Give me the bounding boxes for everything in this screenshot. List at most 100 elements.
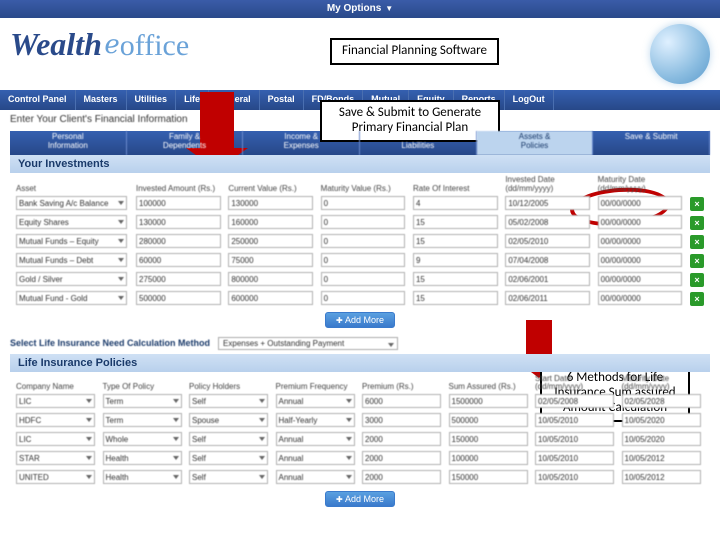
tab-assets-[interactable]: Assets &Policies: [477, 131, 594, 155]
text-input[interactable]: 500000: [136, 291, 221, 305]
select-input[interactable]: Whole: [103, 432, 182, 446]
text-input[interactable]: 3000: [362, 413, 441, 427]
text-input[interactable]: 10/05/2020: [622, 432, 701, 446]
text-input[interactable]: 02/05/2010: [505, 234, 590, 248]
text-input[interactable]: 9: [413, 253, 498, 267]
select-input[interactable]: Annual: [276, 470, 355, 484]
text-input[interactable]: 275000: [136, 272, 221, 286]
text-input[interactable]: 250000: [228, 234, 313, 248]
select-input[interactable]: Term: [103, 413, 182, 427]
text-input[interactable]: 1500000: [449, 394, 528, 408]
select-input[interactable]: Self: [189, 470, 268, 484]
delete-row-button[interactable]: ×: [690, 254, 704, 268]
add-more-life-button[interactable]: Add More: [325, 491, 395, 507]
text-input[interactable]: 10/05/2010: [535, 432, 614, 446]
text-input[interactable]: 0: [321, 291, 406, 305]
text-input[interactable]: 02/06/2001: [505, 272, 590, 286]
delete-row-button[interactable]: ×: [690, 273, 704, 287]
text-input[interactable]: 4: [413, 196, 498, 210]
text-input[interactable]: 05/02/2008: [505, 215, 590, 229]
delete-row-button[interactable]: ×: [690, 235, 704, 249]
delete-row-button[interactable]: ×: [690, 216, 704, 230]
text-input[interactable]: 00/00/0000: [598, 253, 683, 267]
select-input[interactable]: HDFC: [16, 413, 95, 427]
select-input[interactable]: Spouse: [189, 413, 268, 427]
text-input[interactable]: 2000: [362, 470, 441, 484]
text-input[interactable]: 02/05/2008: [535, 394, 614, 408]
tab-save-submit[interactable]: Save & Submit: [593, 131, 710, 155]
tab-goals-[interactable]: Goals &Liabilities: [360, 131, 477, 155]
select-input[interactable]: Term: [103, 394, 182, 408]
asset-select[interactable]: Gold / Silver: [16, 272, 127, 286]
text-input[interactable]: 0: [321, 215, 406, 229]
text-input[interactable]: 75000: [228, 253, 313, 267]
text-input[interactable]: 00/00/0000: [598, 196, 683, 210]
select-input[interactable]: Health: [103, 470, 182, 484]
nav-utilities[interactable]: Utilities: [127, 90, 177, 110]
nav-postal[interactable]: Postal: [260, 90, 304, 110]
text-input[interactable]: 02/06/2011: [505, 291, 590, 305]
text-input[interactable]: 10/05/2012: [622, 451, 701, 465]
text-input[interactable]: 280000: [136, 234, 221, 248]
delete-row-button[interactable]: ×: [690, 292, 704, 306]
asset-select[interactable]: Bank Saving A/c Balance: [16, 196, 127, 210]
text-input[interactable]: 0: [321, 234, 406, 248]
text-input[interactable]: 10/05/2012: [622, 470, 701, 484]
nav-masters[interactable]: Masters: [76, 90, 127, 110]
text-input[interactable]: 6000: [362, 394, 441, 408]
top-bar[interactable]: My Options▼: [0, 0, 720, 18]
asset-select[interactable]: Equity Shares: [16, 215, 127, 229]
text-input[interactable]: 60000: [136, 253, 221, 267]
nav-logout[interactable]: LogOut: [505, 90, 554, 110]
text-input[interactable]: 10/05/2010: [535, 451, 614, 465]
text-input[interactable]: 2000: [362, 451, 441, 465]
text-input[interactable]: 150000: [449, 432, 528, 446]
text-input[interactable]: 600000: [228, 291, 313, 305]
text-input[interactable]: 10/05/2010: [535, 413, 614, 427]
select-input[interactable]: Self: [189, 432, 268, 446]
select-input[interactable]: STAR: [16, 451, 95, 465]
text-input[interactable]: 0: [321, 196, 406, 210]
text-input[interactable]: 0: [321, 272, 406, 286]
asset-select[interactable]: Mutual Funds – Equity: [16, 234, 127, 248]
text-input[interactable]: 00/00/0000: [598, 291, 683, 305]
select-input[interactable]: UNITED: [16, 470, 95, 484]
text-input[interactable]: 150000: [449, 470, 528, 484]
select-input[interactable]: Half-Yearly: [276, 413, 355, 427]
tab-family-[interactable]: Family &Dependents: [127, 131, 244, 155]
text-input[interactable]: 02/05/2028: [622, 394, 701, 408]
text-input[interactable]: 160000: [228, 215, 313, 229]
text-input[interactable]: 2000: [362, 432, 441, 446]
tab-income-[interactable]: Income &Expenses: [243, 131, 360, 155]
text-input[interactable]: 10/05/2020: [622, 413, 701, 427]
select-input[interactable]: Annual: [276, 432, 355, 446]
text-input[interactable]: 15: [413, 291, 498, 305]
select-input[interactable]: Health: [103, 451, 182, 465]
text-input[interactable]: 100000: [449, 451, 528, 465]
delete-row-button[interactable]: ×: [690, 197, 704, 211]
text-input[interactable]: 800000: [228, 272, 313, 286]
asset-select[interactable]: Mutual Fund - Gold: [16, 291, 127, 305]
text-input[interactable]: 130000: [228, 196, 313, 210]
text-input[interactable]: 10/05/2010: [535, 470, 614, 484]
select-input[interactable]: Self: [189, 394, 268, 408]
select-input[interactable]: LIC: [16, 432, 95, 446]
text-input[interactable]: 15: [413, 215, 498, 229]
text-input[interactable]: 100000: [136, 196, 221, 210]
select-input[interactable]: Self: [189, 451, 268, 465]
select-input[interactable]: LIC: [16, 394, 95, 408]
asset-select[interactable]: Mutual Funds – Debt: [16, 253, 127, 267]
text-input[interactable]: 0: [321, 253, 406, 267]
text-input[interactable]: 10/12/2005: [505, 196, 590, 210]
method-select[interactable]: Expenses + Outstanding Payment: [218, 337, 398, 350]
text-input[interactable]: 500000: [449, 413, 528, 427]
text-input[interactable]: 00/00/0000: [598, 234, 683, 248]
text-input[interactable]: 130000: [136, 215, 221, 229]
tab-personal[interactable]: PersonalInformation: [10, 131, 127, 155]
text-input[interactable]: 15: [413, 234, 498, 248]
nav-control-panel[interactable]: Control Panel: [0, 90, 76, 110]
text-input[interactable]: 15: [413, 272, 498, 286]
select-input[interactable]: Annual: [276, 394, 355, 408]
select-input[interactable]: Annual: [276, 451, 355, 465]
add-more-investments-button[interactable]: Add More: [325, 312, 395, 328]
